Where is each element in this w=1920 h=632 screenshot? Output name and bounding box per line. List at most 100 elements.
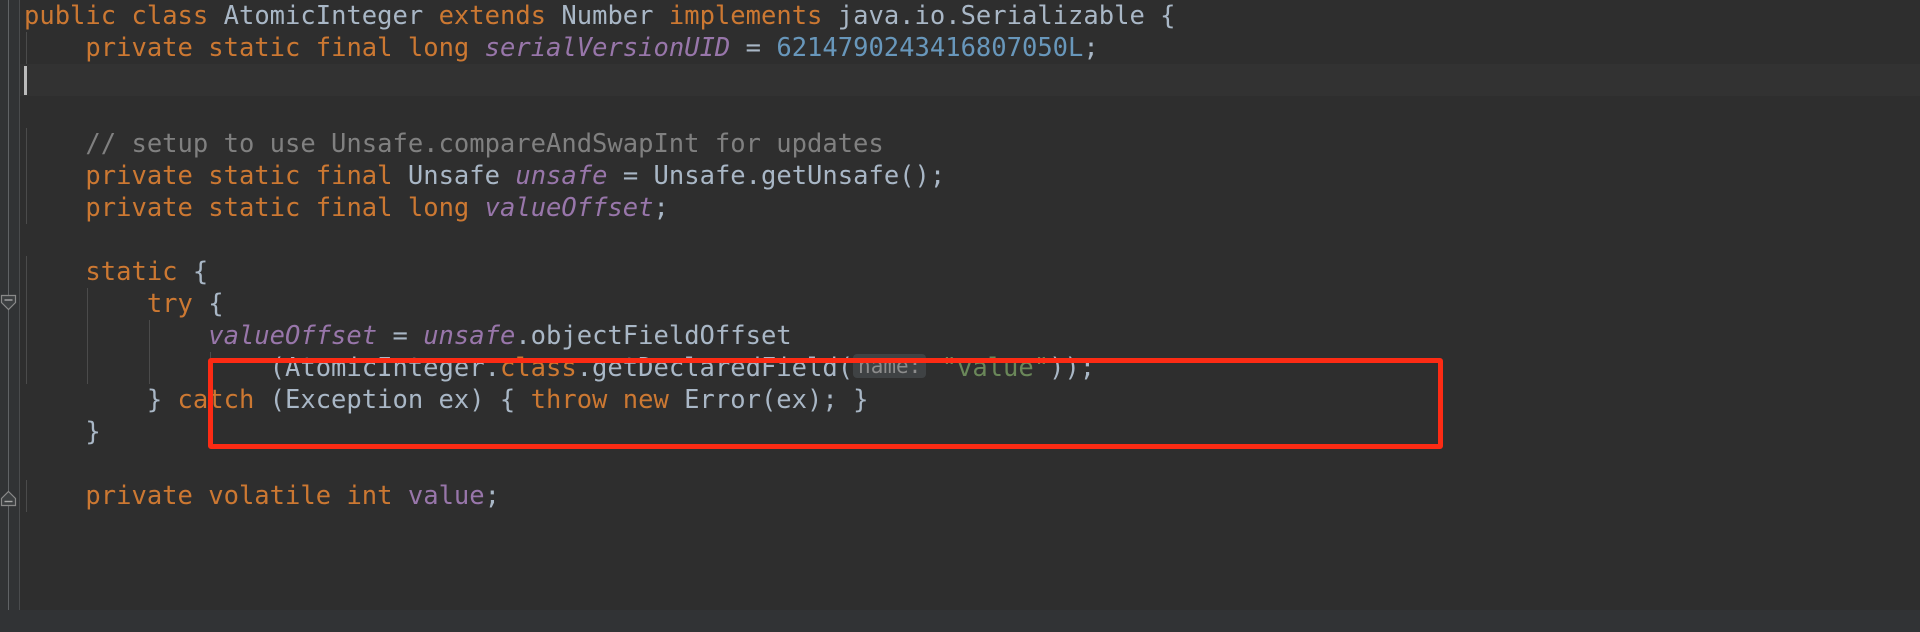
indent-guide	[26, 160, 27, 192]
fold-marker-static-block-icon[interactable]	[0, 294, 17, 311]
indent-guide	[26, 192, 27, 224]
code-token: "value"	[942, 353, 1049, 383]
code-token	[654, 1, 669, 31]
code-token: private	[85, 161, 192, 191]
code-token: static	[208, 33, 300, 63]
code-token	[24, 193, 85, 223]
code-token: ));	[1049, 353, 1095, 383]
code-token: ;	[485, 481, 500, 511]
code-token: long	[408, 33, 469, 63]
code-token: valueOffset	[485, 193, 654, 223]
code-token: value	[408, 481, 485, 511]
line-blank-2[interactable]	[20, 224, 1920, 256]
code-token	[500, 161, 515, 191]
code-token: AtomicInteger	[224, 1, 424, 31]
code-token: extends	[439, 1, 546, 31]
code-token	[393, 193, 408, 223]
code-token: throw	[531, 385, 608, 415]
line-comment-setup[interactable]: // setup to use Unsafe.compareAndSwapInt…	[20, 128, 1920, 160]
code-content[interactable]: public class AtomicInteger extends Numbe…	[20, 0, 1920, 632]
fold-marker-class-end-icon[interactable]	[0, 490, 17, 507]
line-static-block-close[interactable]: }	[20, 416, 1920, 448]
indent-guide	[210, 352, 211, 384]
line-value-offset-field[interactable]: private static final long valueOffset;	[20, 192, 1920, 224]
code-token	[208, 1, 223, 31]
code-token: ();	[899, 161, 945, 191]
code-token	[393, 33, 408, 63]
code-token	[24, 161, 85, 191]
code-token: java.io.Serializable	[838, 1, 1145, 31]
code-token: 6214790243416807050L	[776, 33, 1083, 63]
code-token: =	[730, 33, 776, 63]
code-token: private	[85, 481, 192, 511]
code-token	[24, 353, 270, 383]
code-token: ; }	[822, 385, 868, 415]
code-token: // setup to use Unsafe.compareAndSwapInt…	[85, 129, 883, 159]
code-token	[116, 1, 131, 31]
line-get-declared-field[interactable]: (AtomicInteger.class.getDeclaredField(na…	[20, 352, 1920, 384]
code-token	[24, 257, 85, 287]
code-editor[interactable]: public class AtomicInteger extends Numbe…	[0, 0, 1920, 632]
code-token: try	[147, 289, 193, 319]
line-caret-blank[interactable]	[20, 64, 1920, 96]
line-blank-3[interactable]	[20, 448, 1920, 480]
indent-guide	[26, 320, 27, 352]
code-token	[926, 353, 941, 383]
code-token: int	[346, 481, 392, 511]
code-token	[546, 1, 561, 31]
indent-guide	[26, 256, 27, 288]
code-token	[193, 481, 208, 511]
line-volatile-value[interactable]: private volatile int value;	[20, 480, 1920, 512]
indent-guide	[26, 480, 27, 512]
line-blank-1[interactable]	[20, 96, 1920, 128]
code-token: final	[316, 193, 393, 223]
line-try-open[interactable]: try {	[20, 288, 1920, 320]
indent-guide	[149, 352, 150, 384]
code-token: Unsafe.	[654, 161, 761, 191]
code-token	[822, 1, 837, 31]
code-token	[300, 193, 315, 223]
code-token: long	[408, 193, 469, 223]
code-token	[423, 1, 438, 31]
code-token	[193, 193, 208, 223]
code-token: Unsafe	[408, 161, 500, 191]
line-class-declaration[interactable]: public class AtomicInteger extends Numbe…	[20, 0, 1920, 32]
code-token	[331, 481, 346, 511]
code-token: .objectFieldOffset	[515, 321, 791, 351]
indent-guide	[26, 288, 27, 320]
line-value-offset-assign[interactable]: valueOffset = unsafe.objectFieldOffset	[20, 320, 1920, 352]
line-catch[interactable]: } catch (Exception ex) { throw new Error…	[20, 384, 1920, 416]
code-token: .getDeclaredField(	[577, 353, 853, 383]
editor-gutter	[0, 0, 20, 632]
code-token: (Exception ex) {	[254, 385, 530, 415]
line-serial-version-uid[interactable]: private static final long serialVersionU…	[20, 32, 1920, 64]
code-token: serialVersionUID	[485, 33, 731, 63]
code-token: {	[193, 289, 224, 319]
indent-guide	[26, 352, 27, 384]
code-token: Number	[561, 1, 653, 31]
code-token	[24, 321, 208, 351]
line-static-block-open[interactable]: static {	[20, 256, 1920, 288]
code-token	[300, 33, 315, 63]
indent-guide	[26, 32, 27, 64]
code-token	[24, 33, 85, 63]
code-token: static	[208, 161, 300, 191]
code-token: {	[1145, 1, 1176, 31]
code-token: static	[208, 193, 300, 223]
code-token: static	[85, 257, 177, 287]
code-token	[607, 385, 622, 415]
editor-bottom-strip	[0, 610, 1920, 632]
indent-guide	[149, 320, 150, 352]
code-token	[24, 129, 85, 159]
code-token: implements	[669, 1, 823, 31]
code-token: unsafe	[515, 161, 607, 191]
code-token: ;	[654, 193, 669, 223]
code-token: }	[24, 417, 101, 447]
indent-guide	[26, 128, 27, 160]
code-folding-ruler	[8, 0, 9, 632]
code-token	[24, 289, 147, 319]
code-token: new	[623, 385, 669, 415]
code-token	[24, 481, 85, 511]
line-unsafe-field[interactable]: private static final Unsafe unsafe = Uns…	[20, 160, 1920, 192]
text-caret	[24, 66, 27, 95]
